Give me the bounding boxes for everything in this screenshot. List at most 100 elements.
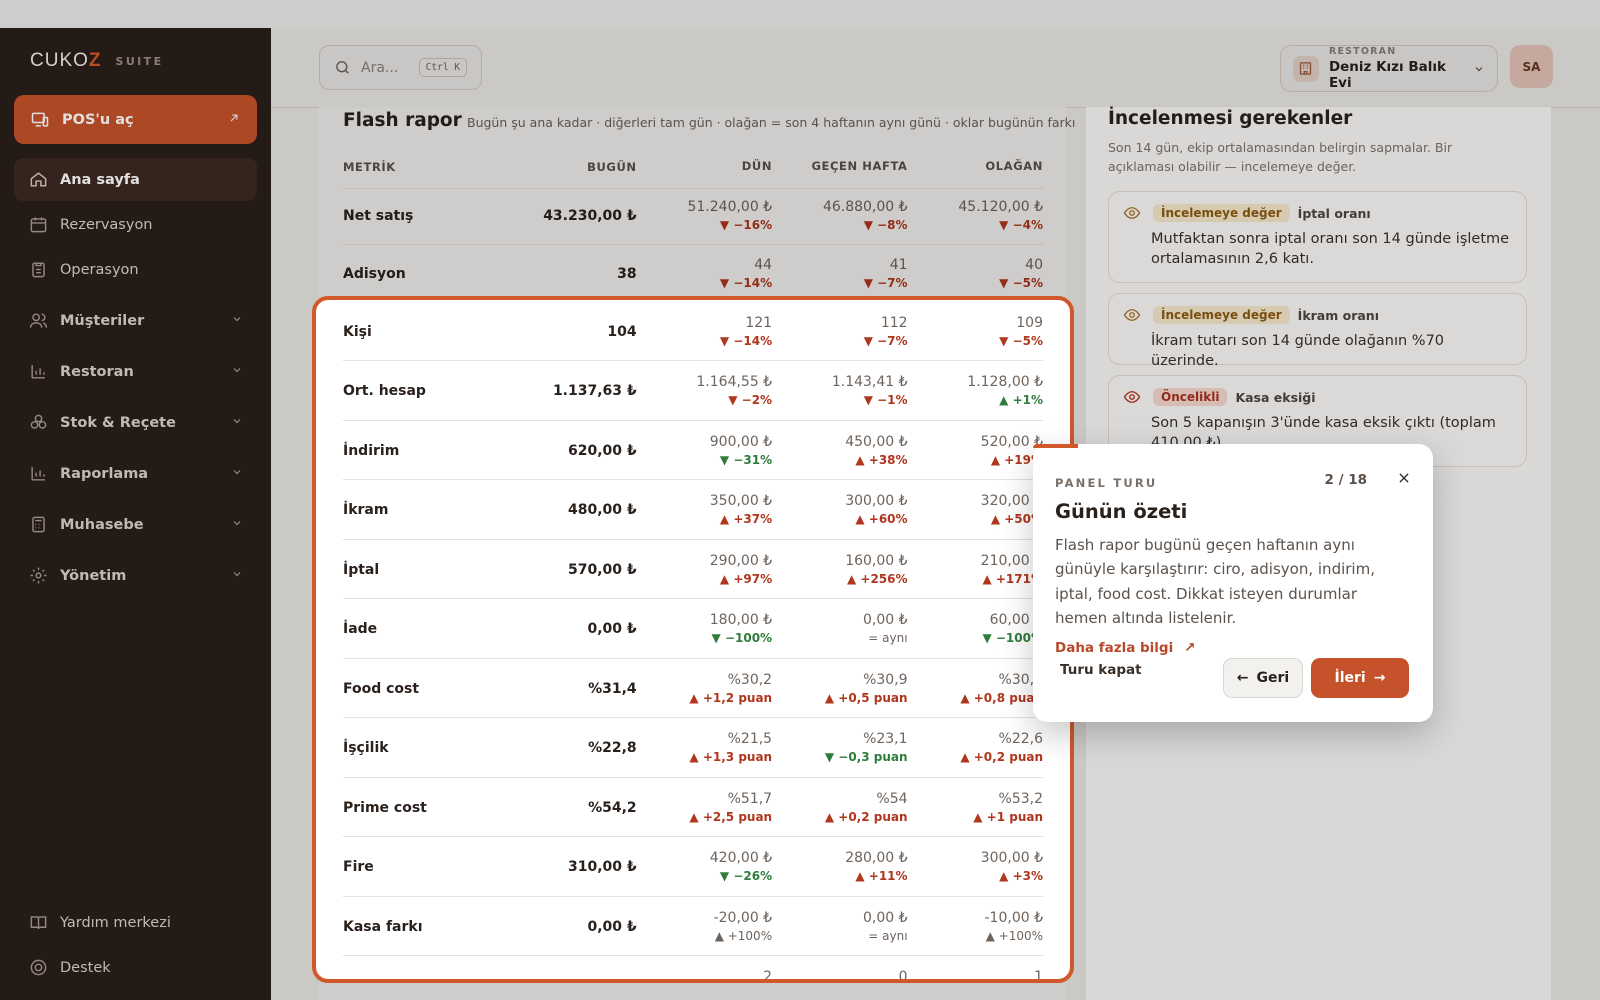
value-cell: 1.164,55 ₺ ▼ −2% bbox=[637, 373, 772, 408]
value-cell: 160,00 ₺ ▲ +256% bbox=[772, 552, 907, 587]
sidebar-item-muhasebe[interactable]: Muhasebe bbox=[14, 503, 257, 546]
table-row[interactable]: Food cost %31,4 %30,2 ▲ +1,2 puan %30,9 ▲ +0,… bbox=[343, 660, 1043, 718]
review-subtitle: Son 14 gün, ekip ortalamasından belirgin… bbox=[1108, 140, 1453, 175]
sidebar-item-raporlama[interactable]: Raporlama bbox=[14, 452, 257, 495]
sidebar-item-label: Muhasebe bbox=[60, 516, 144, 533]
table-row[interactable]: Prime cost %54,2 %51,7 ▲ +2,5 puan %54 ▲ +0,2… bbox=[343, 779, 1043, 837]
value-cell: %51,7 ▲ +2,5 puan bbox=[637, 790, 772, 825]
delta: ▲ +2,5 puan bbox=[689, 809, 773, 824]
status-badge: Öncelikli bbox=[1153, 388, 1228, 406]
chevron-down-icon bbox=[231, 364, 243, 380]
learn-more-link[interactable]: Daha fazla bilgi ↗ bbox=[1055, 640, 1411, 656]
delta: ▼ −26% bbox=[719, 869, 773, 884]
back-button[interactable]: ← Geri bbox=[1223, 658, 1303, 698]
value: %53,2 bbox=[998, 790, 1043, 807]
value: 0 bbox=[898, 969, 908, 983]
arrow-left-icon: ← bbox=[1236, 670, 1249, 686]
clipboard-icon bbox=[28, 260, 48, 280]
value-cell: %21,5 ▲ +1,3 puan bbox=[637, 730, 772, 765]
delta: ▲ +60% bbox=[855, 512, 908, 527]
status-badge: İncelemeye değer bbox=[1153, 204, 1290, 222]
sidebar-item-label: Yardım merkezi bbox=[60, 914, 171, 931]
sidebar-item-musteriler[interactable]: Müşteriler bbox=[14, 299, 257, 342]
metric-name: Fire bbox=[343, 859, 374, 875]
value: %51,7 bbox=[727, 790, 773, 807]
next-button[interactable]: İleri → bbox=[1311, 658, 1409, 698]
chevron-down-icon bbox=[231, 517, 243, 533]
value-cell: 121 ▼ −14% bbox=[637, 314, 772, 349]
delta: ▲ +0,2 puan bbox=[824, 809, 908, 824]
table-row[interactable]: Fire 310,00 ₺ 420,00 ₺ ▼ −26% 280,00 ₺ ▲ +11%… bbox=[343, 839, 1043, 897]
value: 109 bbox=[1016, 314, 1043, 331]
value: %22,6 bbox=[998, 731, 1043, 748]
delta: ▲ +1,2 puan bbox=[689, 690, 773, 705]
close-tour-button[interactable]: Turu kapat bbox=[1060, 662, 1142, 678]
table-row[interactable]: İptal 570,00 ₺ 290,00 ₺ ▲ +97% 160,00 ₺ ▲ +25… bbox=[343, 541, 1043, 599]
arrow-right-icon: → bbox=[1373, 670, 1386, 686]
sidebar-item-label: Raporlama bbox=[60, 465, 149, 482]
sidebar-item-yonetim[interactable]: Yönetim bbox=[14, 554, 257, 597]
today-value: 620,00 ₺ bbox=[568, 442, 637, 459]
review-item[interactable]: İncelemeye değer İkram oranı İkram tutar… bbox=[1108, 293, 1527, 369]
table-row[interactable]: İndirim 620,00 ₺ 900,00 ₺ ▼ −31% 450,00 ₺ ▲ +… bbox=[343, 422, 1043, 480]
table-row[interactable]: İkram 480,00 ₺ 350,00 ₺ ▲ +37% 300,00 ₺ ▲ +60… bbox=[343, 482, 1043, 540]
sidebar-item-yardim-merkezi[interactable]: Yardım merkezi bbox=[14, 901, 257, 944]
table-row[interactable]: İşçilik %22,8 %21,5 ▲ +1,3 puan %23,1 ▼ −0,3 … bbox=[343, 720, 1043, 778]
today-value: 1.137,63 ₺ bbox=[552, 383, 637, 399]
review-item[interactable]: İncelemeye değer İptal oranı Mutfaktan s… bbox=[1108, 191, 1527, 283]
metric-name: İade bbox=[343, 621, 378, 637]
sidebar-item-label: Ana sayfa bbox=[60, 171, 140, 188]
value-cell: 112 ▼ −7% bbox=[772, 314, 908, 349]
close-icon[interactable] bbox=[1397, 470, 1411, 489]
value-cell: 1= aynı bbox=[908, 968, 1043, 979]
value-cell: -20,00 ₺ ▲ +100% bbox=[637, 909, 773, 944]
today-value: %54,2 bbox=[588, 799, 637, 816]
delta: ▲ +97% bbox=[719, 571, 773, 586]
sidebar-item-destek[interactable]: Destek bbox=[14, 946, 257, 989]
value: 0,00 ₺ bbox=[863, 612, 908, 629]
value: 900,00 ₺ bbox=[709, 433, 773, 450]
sidebar-item-restoran[interactable]: Restoran bbox=[14, 350, 257, 393]
value-cell: 300,00 ₺ ▲ +3% bbox=[908, 849, 1043, 884]
value-cell: 0▲ +1 bbox=[772, 968, 908, 983]
delta: ▼ −7% bbox=[863, 333, 908, 348]
open-pos-button[interactable]: POS'u aç bbox=[14, 95, 257, 144]
table-row[interactable]: Kasa farkı 0,00 ₺ -20,00 ₺ ▲ +100% 0,00 ₺ = a… bbox=[343, 898, 1043, 956]
review-kind: İkram oranı bbox=[1297, 307, 1379, 323]
sidebar-item-stok-recete[interactable]: Stok & Reçete bbox=[14, 401, 257, 444]
value-cell: %54 ▲ +0,2 puan bbox=[772, 790, 908, 825]
delta: ▲ +1 puan bbox=[973, 809, 1043, 824]
value-cell: 1.128,00 ₺ ▲ +1% bbox=[908, 373, 1043, 408]
delta: = aynı bbox=[868, 928, 908, 943]
sidebar-item-ana-sayfa[interactable]: Ana sayfa bbox=[14, 158, 257, 201]
value-cell: 0,00 ₺ = aynı bbox=[772, 611, 908, 646]
eye-icon bbox=[1123, 306, 1141, 324]
table-row[interactable]: Ort. hesap 1.137,63 ₺ 1.164,55 ₺ ▼ −2% 1.143… bbox=[343, 363, 1043, 421]
delta: ▲ +37% bbox=[719, 512, 773, 527]
brand-wordmark: CUKOZ bbox=[30, 50, 102, 71]
tour-title: Günün özeti bbox=[1055, 500, 1188, 523]
learn-more-label: Daha fazla bilgi bbox=[1055, 640, 1174, 657]
value-cell: -10,00 ₺ ▲ +100% bbox=[908, 909, 1044, 944]
delta: ▲ +19% bbox=[990, 452, 1043, 467]
value: -10,00 ₺ bbox=[984, 909, 1044, 926]
next-label: İleri bbox=[1334, 670, 1366, 686]
today-value: 570,00 ₺ bbox=[568, 561, 637, 578]
table-row[interactable]: Yeniden hazırlama12▼ −50%0▲ +11= aynı bbox=[343, 958, 1043, 983]
sidebar-item-label: Destek bbox=[60, 959, 111, 976]
today-value: %31,4 bbox=[588, 680, 637, 697]
value: 2 bbox=[763, 969, 773, 983]
value: 420,00 ₺ bbox=[709, 850, 773, 867]
value-cell: 1.143,41 ₺ ▼ −1% bbox=[772, 373, 908, 408]
sidebar-item-rezervasyon[interactable]: Rezervasyon bbox=[14, 203, 257, 246]
table-row[interactable]: Kişi 104 121 ▼ −14% 112 ▼ −7% 109 ▼ −5% bbox=[343, 303, 1043, 361]
table-row[interactable]: İade 0,00 ₺ 180,00 ₺ ▼ −100% 0,00 ₺ = aynı 60,… bbox=[343, 601, 1043, 659]
tour-popover: PANEL TURU 2 / 18 Günün özeti Flash rapo… bbox=[1033, 444, 1433, 722]
value-cell: %30,9 ▲ +0,5 puan bbox=[772, 671, 908, 706]
metric-name: İşçilik bbox=[343, 740, 389, 756]
value-cell: 60,00 ₺ ▼ −100% bbox=[908, 611, 1043, 646]
sidebar-item-operasyon[interactable]: Operasyon bbox=[14, 248, 257, 291]
value: -20,00 ₺ bbox=[713, 909, 773, 926]
delta: ▼ −0,3 puan bbox=[824, 750, 908, 765]
review-kind: İptal oranı bbox=[1297, 205, 1371, 221]
